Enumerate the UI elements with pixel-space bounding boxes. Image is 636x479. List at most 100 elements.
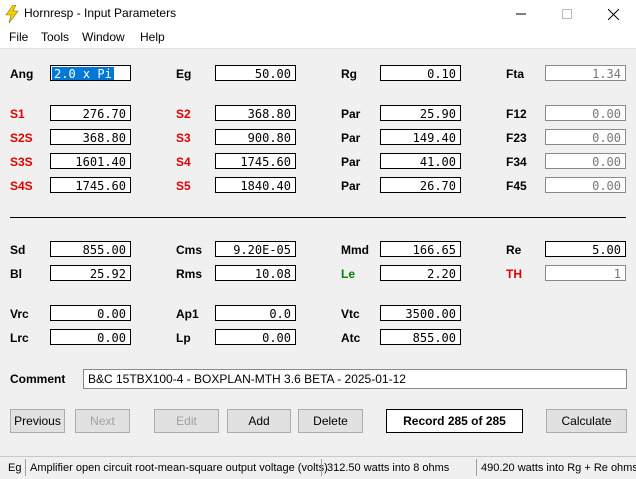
label-le: Le <box>341 267 356 281</box>
label-ap1: Ap1 <box>176 307 199 321</box>
input-cms[interactable]: 9.20E-05 <box>215 241 296 257</box>
input-rms[interactable]: 10.08 <box>215 265 296 281</box>
input-s4s[interactable]: 1745.60 <box>50 177 131 193</box>
input-s3[interactable]: 900.80 <box>215 129 296 145</box>
close-button[interactable] <box>590 0 636 28</box>
label-s2s: S2S <box>10 131 33 145</box>
status-divider <box>25 459 26 476</box>
input-par-1[interactable]: 25.90 <box>380 105 461 121</box>
input-s1[interactable]: 276.70 <box>50 105 131 121</box>
label-s4: S4 <box>176 155 191 169</box>
input-le[interactable]: 2.20 <box>380 265 461 281</box>
menu-help[interactable]: Help <box>139 28 166 48</box>
label-lrc: Lrc <box>10 331 29 345</box>
input-sd[interactable]: 855.00 <box>50 241 131 257</box>
label-rms: Rms <box>176 267 203 281</box>
section-divider <box>10 217 626 218</box>
label-par-3: Par <box>341 155 361 169</box>
maximize-icon <box>562 9 572 19</box>
input-par-4[interactable]: 26.70 <box>380 177 461 193</box>
calculate-button[interactable]: Calculate <box>546 409 627 433</box>
input-s4[interactable]: 1745.60 <box>215 153 296 169</box>
input-eg[interactable]: 50.00 <box>215 65 296 81</box>
input-vrc[interactable]: 0.00 <box>50 305 131 321</box>
input-ap1[interactable]: 0.0 <box>215 305 296 321</box>
label-fta: Fta <box>506 67 524 81</box>
label-f23: F23 <box>506 131 527 145</box>
status-divider <box>321 459 322 476</box>
lightning-icon <box>5 5 19 23</box>
input-rg[interactable]: 0.10 <box>380 65 461 81</box>
delete-button[interactable]: Delete <box>298 409 363 433</box>
maximize-button[interactable] <box>544 0 590 28</box>
minimize-icon <box>516 13 526 15</box>
input-par-2[interactable]: 149.40 <box>380 129 461 145</box>
output-f34: 0.00 <box>545 153 626 169</box>
label-f12: F12 <box>506 107 527 121</box>
output-f23: 0.00 <box>545 129 626 145</box>
label-rg: Rg <box>341 67 357 81</box>
menu-file[interactable]: File <box>8 28 29 48</box>
label-par-4: Par <box>341 179 361 193</box>
status-divider <box>476 459 477 476</box>
label-comment: Comment <box>10 372 66 386</box>
minimize-button[interactable] <box>498 0 544 28</box>
label-s5: S5 <box>176 179 191 193</box>
label-cms: Cms <box>176 243 203 257</box>
input-bl[interactable]: 25.92 <box>50 265 131 281</box>
label-s2: S2 <box>176 107 191 121</box>
output-fta: 1.34 <box>545 65 626 81</box>
input-s2s[interactable]: 368.80 <box>50 129 131 145</box>
comment-field[interactable]: B&C 15TBX100-4 - BOXPLAN-MTH 3.6 BETA - … <box>83 369 627 389</box>
title-bar: Hornresp - Input Parameters <box>0 0 636 28</box>
output-f45: 0.00 <box>545 177 626 193</box>
label-s1: S1 <box>10 107 25 121</box>
add-button[interactable]: Add <box>227 409 291 433</box>
label-par-1: Par <box>341 107 361 121</box>
input-s2[interactable]: 368.80 <box>215 105 296 121</box>
input-ang-value: 2.0 x Pi <box>52 67 114 81</box>
label-f45: F45 <box>506 179 527 193</box>
label-s4s: S4S <box>10 179 33 193</box>
label-ang: Ang <box>10 67 34 81</box>
input-lp[interactable]: 0.00 <box>215 329 296 345</box>
label-lp: Lp <box>176 331 191 345</box>
label-th: TH <box>506 267 522 281</box>
edit-button[interactable]: Edit <box>154 409 219 433</box>
label-re: Re <box>506 243 522 257</box>
output-th: 1 <box>545 265 626 281</box>
input-par-3[interactable]: 41.00 <box>380 153 461 169</box>
input-lrc[interactable]: 0.00 <box>50 329 131 345</box>
label-eg: Eg <box>176 67 192 81</box>
window-title: Hornresp - Input Parameters <box>24 6 177 20</box>
input-mmd[interactable]: 166.65 <box>380 241 461 257</box>
label-sd: Sd <box>10 243 26 257</box>
status-description: Amplifier open circuit root-mean-square … <box>30 462 328 474</box>
label-f34: F34 <box>506 155 527 169</box>
previous-button[interactable]: Previous <box>10 409 65 433</box>
input-s3s[interactable]: 1601.40 <box>50 153 131 169</box>
close-icon <box>607 8 619 20</box>
menu-window[interactable]: Window <box>81 28 126 48</box>
label-bl: Bl <box>10 267 22 281</box>
input-s5[interactable]: 1840.40 <box>215 177 296 193</box>
label-atc: Atc <box>341 331 361 345</box>
status-power-rg-re: 490.20 watts into Rg + Re ohms <box>481 462 636 474</box>
output-f12: 0.00 <box>545 105 626 121</box>
label-vtc: Vtc <box>341 307 360 321</box>
input-ang[interactable]: 2.0 x Pi <box>50 65 131 81</box>
status-param: Eg <box>8 462 22 474</box>
record-indicator: Record 285 of 285 <box>386 409 523 433</box>
input-atc[interactable]: 855.00 <box>380 329 461 345</box>
label-vrc: Vrc <box>10 307 29 321</box>
next-button[interactable]: Next <box>75 409 130 433</box>
status-bar: Eg Amplifier open circuit root-mean-squa… <box>0 456 636 479</box>
label-s3s: S3S <box>10 155 33 169</box>
input-re[interactable]: 5.00 <box>545 241 626 257</box>
label-s3: S3 <box>176 131 191 145</box>
menu-bar: File Tools Window Help <box>0 28 636 49</box>
label-mmd: Mmd <box>341 243 369 257</box>
input-vtc[interactable]: 3500.00 <box>380 305 461 321</box>
status-power-8ohm: 312.50 watts into 8 ohms <box>327 462 450 474</box>
menu-tools[interactable]: Tools <box>40 28 70 48</box>
